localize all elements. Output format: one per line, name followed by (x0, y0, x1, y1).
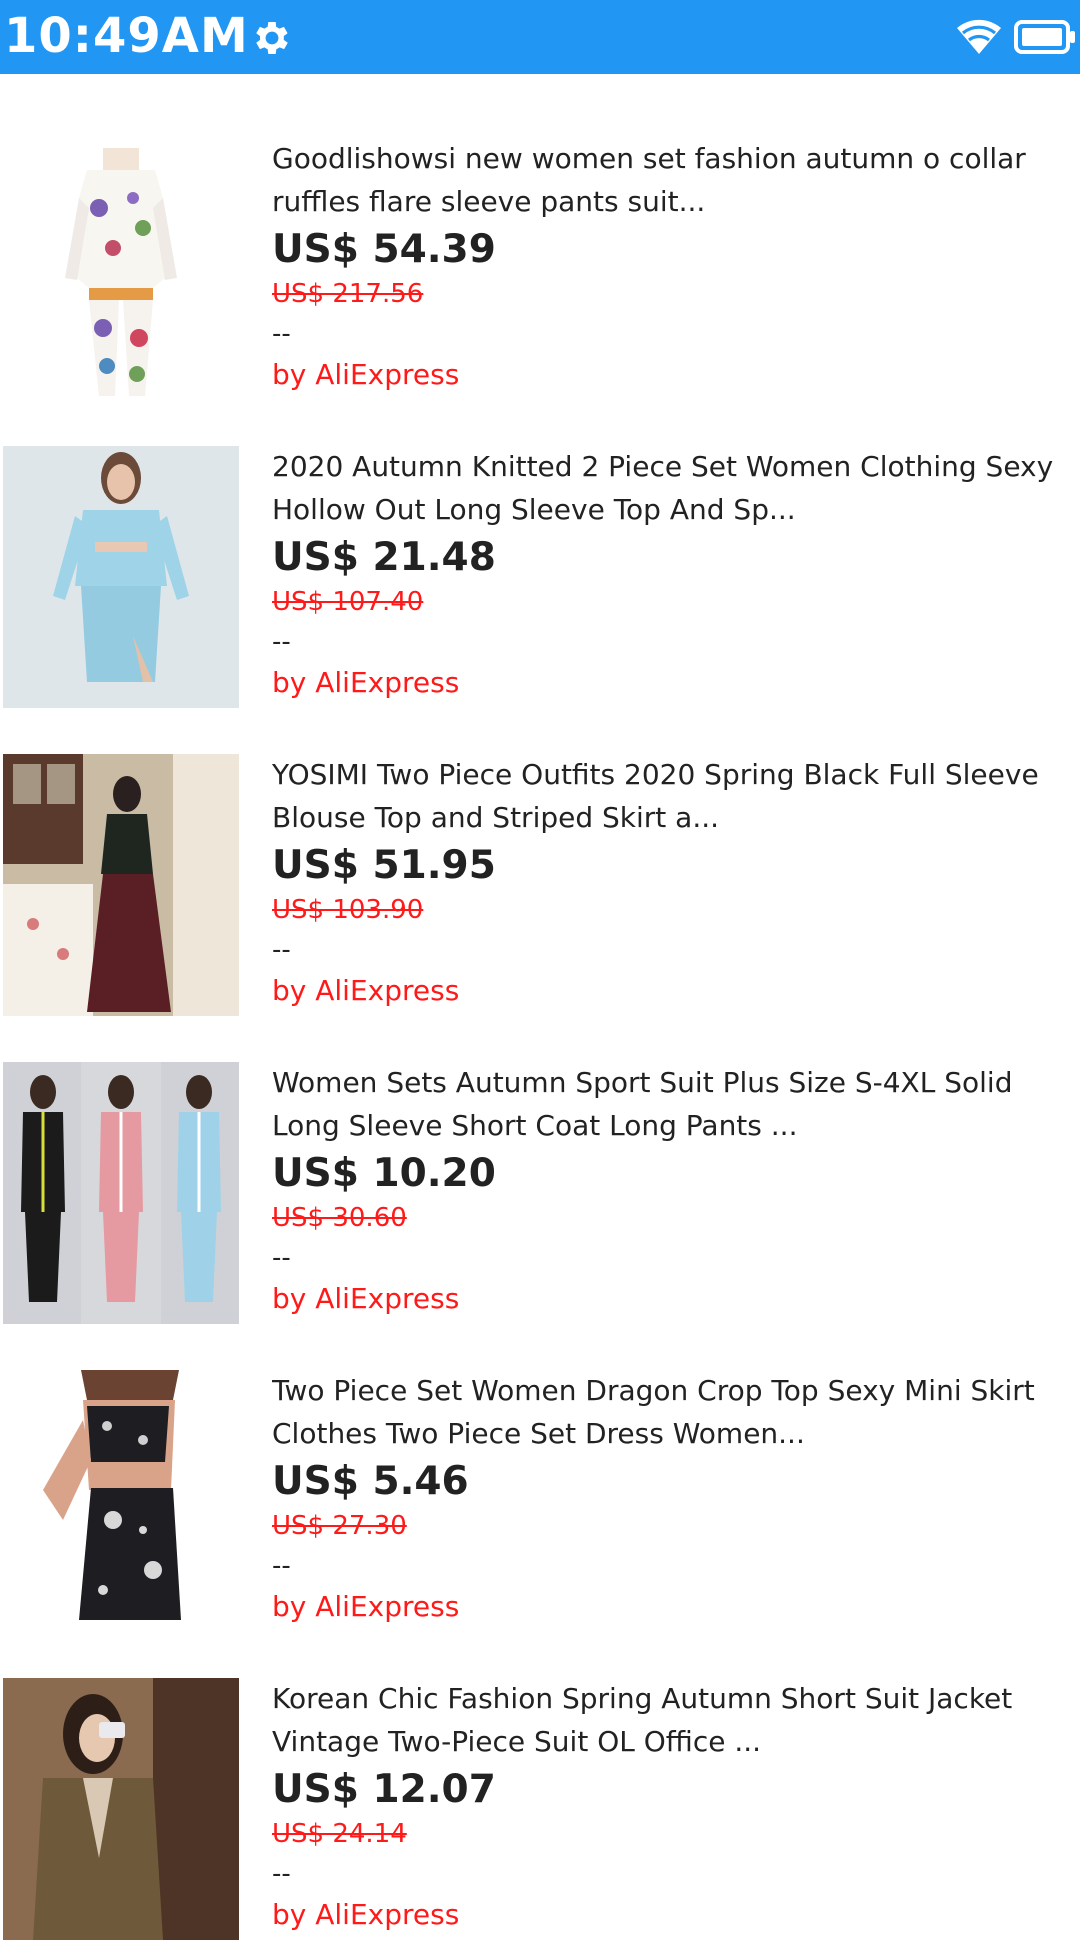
list-item[interactable]: Two Piece Set Women Dragon Crop Top Sexy… (0, 1306, 1080, 1632)
product-rating: -- (272, 627, 291, 657)
product-title[interactable]: YOSIMI Two Piece Outfits 2020 Spring Bla… (272, 753, 1072, 839)
status-bar: 10:49AM (0, 0, 1080, 74)
list-item[interactable]: 2020 Autumn Knitted 2 Piece Set Women Cl… (0, 382, 1080, 708)
product-rating: -- (272, 1551, 291, 1581)
battery-icon (1014, 20, 1075, 54)
product-rating: -- (272, 1243, 291, 1273)
original-price: US$ 24.14 (272, 1819, 407, 1849)
list-item[interactable]: YOSIMI Two Piece Outfits 2020 Spring Bla… (0, 690, 1080, 1016)
product-image[interactable] (3, 1678, 239, 1940)
product-title[interactable]: Two Piece Set Women Dragon Crop Top Sexy… (272, 1369, 1072, 1455)
product-title[interactable]: 2020 Autumn Knitted 2 Piece Set Women Cl… (272, 445, 1072, 531)
product-image[interactable] (3, 1370, 239, 1632)
product-rating: -- (272, 935, 291, 965)
product-price: US$ 54.39 (272, 227, 496, 272)
status-time: 10:49AM (4, 8, 249, 64)
original-price: US$ 103.90 (272, 895, 424, 925)
product-price: US$ 12.07 (272, 1767, 496, 1812)
seller-label: by AliExpress (272, 1898, 460, 1931)
product-image[interactable] (3, 138, 239, 400)
product-price: US$ 51.95 (272, 843, 496, 888)
original-price: US$ 217.56 (272, 279, 424, 309)
original-price: US$ 107.40 (272, 587, 424, 617)
product-price: US$ 5.46 (272, 1459, 469, 1504)
product-title[interactable]: Women Sets Autumn Sport Suit Plus Size S… (272, 1061, 1072, 1147)
product-price: US$ 21.48 (272, 535, 496, 580)
product-title[interactable]: Goodlishowsi new women set fashion autum… (272, 137, 1072, 223)
product-price: US$ 10.20 (272, 1151, 496, 1196)
product-image[interactable] (3, 1062, 239, 1324)
wifi-icon (957, 19, 1001, 54)
product-title[interactable]: Korean Chic Fashion Spring Autumn Short … (272, 1677, 1072, 1763)
original-price: US$ 27.30 (272, 1511, 407, 1541)
list-item[interactable]: Goodlishowsi new women set fashion autum… (0, 74, 1080, 400)
product-image[interactable] (3, 446, 239, 708)
list-item[interactable]: Korean Chic Fashion Spring Autumn Short … (0, 1614, 1080, 1940)
gear-icon (256, 22, 288, 54)
original-price: US$ 30.60 (272, 1203, 407, 1233)
product-rating: -- (272, 319, 291, 349)
product-rating: -- (272, 1859, 291, 1889)
list-item[interactable]: Women Sets Autumn Sport Suit Plus Size S… (0, 998, 1080, 1324)
product-image[interactable] (3, 754, 239, 1016)
